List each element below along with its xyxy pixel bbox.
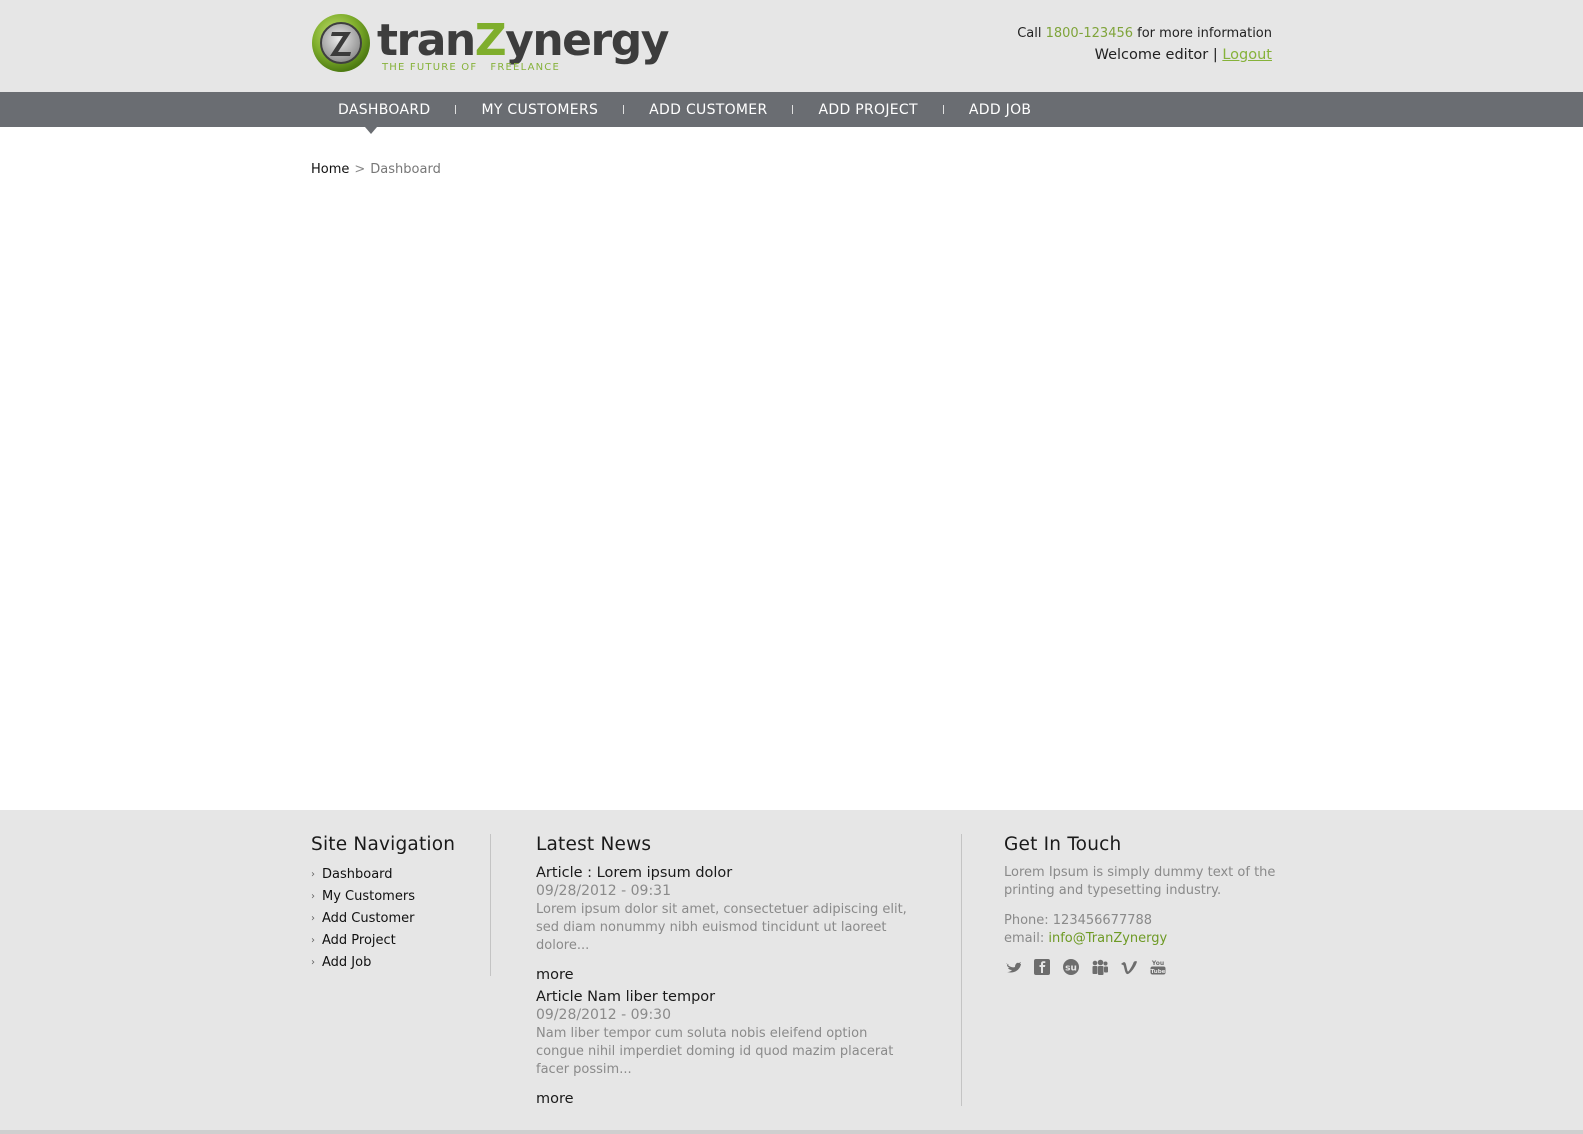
welcome-text: Welcome editor [1094,47,1209,63]
footer-nav-item[interactable]: › Add Customer [311,908,491,930]
news-item-title[interactable]: Article Nam liber tempor [536,988,916,1006]
news-item-date: 09/28/2012 - 09:31 [536,883,671,899]
news-item: Article : Lorem ipsum dolor 09/28/2012 -… [536,864,916,984]
stumbleupon-icon[interactable]: su [1062,958,1080,976]
footer-nav-item[interactable]: › Add Job [311,952,491,974]
logout-link[interactable]: Logout [1222,47,1272,63]
chevron-right-icon: › [311,957,315,968]
phone-number: 1800-123456 [1045,26,1134,41]
footer-divider [961,834,962,1106]
chevron-right-icon: › [311,935,315,946]
footer-bottom-bar [0,1130,1583,1134]
nav-link-dashboard[interactable]: DASHBOARD [338,102,430,118]
news-item: Article Nam liber tempor 09/28/2012 - 09… [536,988,916,1108]
nav-separator [942,105,944,114]
footer-latest-news: Latest News Article : Lorem ipsum dolor … [536,834,916,1112]
news-item-body: Nam liber tempor cum soluta nobis eleife… [536,1026,894,1077]
call-info: Call 1800-123456 for more information [1017,26,1272,41]
news-more-link[interactable]: more [536,1090,916,1108]
nav-link-my-customers[interactable]: MY CUSTOMERS [481,102,598,118]
svg-text:You: You [1151,960,1164,967]
footer-nav-item[interactable]: › Add Project [311,930,491,952]
logo-z-icon [312,14,370,72]
logo-tagline: THE FUTURE OF FREELANCE [382,62,560,73]
news-more-link[interactable]: more [536,966,916,984]
nav-item-add-customer[interactable]: ADD CUSTOMER [649,92,767,127]
nav-link-add-project[interactable]: ADD PROJECT [818,102,917,118]
breadcrumb-separator: > [354,162,366,177]
site-logo[interactable]: tranZynergy THE FUTURE OF FREELANCE [311,12,669,76]
nav-item-add-project[interactable]: ADD PROJECT [818,92,917,127]
vimeo-icon[interactable] [1120,958,1138,976]
svg-text:su: su [1065,964,1077,974]
facebook-icon[interactable] [1033,958,1051,976]
nav-item-dashboard[interactable]: DASHBOARD [311,92,430,134]
nav-separator [792,105,794,114]
nav-separator [623,105,625,114]
social-links: su You Tube [1004,958,1284,976]
touch-phone: Phone: 123456677788 [1004,913,1153,928]
nav-link-add-job[interactable]: ADD JOB [969,102,1031,118]
chevron-right-icon: › [311,891,315,902]
email-link[interactable]: info@TranZynergy [1048,931,1167,946]
footer-nav-item[interactable]: › Dashboard [311,864,491,886]
active-indicator [364,127,377,134]
twitter-icon[interactable] [1004,958,1022,976]
header-contact: Call 1800-123456 for more information We… [1017,26,1272,66]
main-nav: DASHBOARD MY CUSTOMERS ADD CUSTOMER ADD … [0,92,1583,134]
news-item-body: Lorem ipsum dolor sit amet, consectetuer… [536,902,907,953]
touch-email: email: info@TranZynergy [1004,931,1168,946]
footer-site-navigation: Site Navigation › Dashboard › My Customers… [311,834,491,974]
news-item-date: 09/28/2012 - 09:30 [536,1007,671,1023]
footer-nav-item[interactable]: › My Customers [311,886,491,908]
footer-divider [490,834,491,976]
touch-description: Lorem Ipsum is simply dummy text of the … [1004,865,1276,898]
user-info: Welcome editor | Logout [1094,47,1272,63]
nav-link-add-customer[interactable]: ADD CUSTOMER [649,102,767,118]
chevron-right-icon: › [311,869,315,880]
nav-separator [455,105,457,114]
footer-nav-title: Site Navigation [311,834,456,855]
site-header: tranZynergy THE FUTURE OF FREELANCE Call… [0,0,1583,92]
nav-item-add-job[interactable]: ADD JOB [969,92,1031,127]
breadcrumb-current: Dashboard [370,162,441,177]
breadcrumb-home[interactable]: Home [311,162,349,177]
news-title: Latest News [536,834,652,855]
touch-title: Get In Touch [1004,834,1122,855]
svg-text:Tube: Tube [1151,969,1166,975]
news-item-title[interactable]: Article : Lorem ipsum dolor [536,864,916,882]
youtube-icon[interactable]: You Tube [1149,958,1167,976]
chevron-right-icon: › [311,913,315,924]
nav-item-my-customers[interactable]: MY CUSTOMERS [481,92,598,127]
breadcrumb: Home > Dashboard [311,162,441,177]
myspace-icon[interactable] [1091,958,1109,976]
logo-wordmark: tranZynergy [377,15,669,66]
footer-get-in-touch: Get In Touch Lorem Ipsum is simply dummy… [1004,834,1284,976]
